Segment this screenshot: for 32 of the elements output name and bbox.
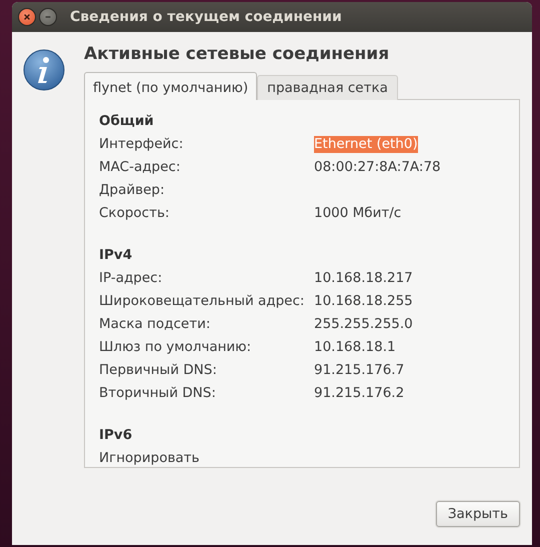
section-title: IPv6: [99, 426, 134, 445]
field-label: Маска подсети:: [99, 315, 212, 334]
field-label: Скорость:: [99, 204, 170, 223]
field-value: 91.215.176.2: [314, 384, 404, 403]
heading: Активные сетевые соединения: [84, 44, 390, 66]
field-value: 10.168.18.217: [314, 269, 413, 288]
field-label: Широковещательный адрес:: [99, 292, 306, 311]
field-value: Ethernet (eth0): [314, 136, 418, 153]
info-icon: [23, 49, 65, 91]
window-title: Сведения о текущем соединении: [70, 9, 342, 25]
field-label: Вторичный DNS:: [99, 384, 217, 403]
section-title: IPv4: [99, 246, 134, 265]
field-value: 1000 Мбит/с: [314, 204, 402, 223]
close-button[interactable]: [18, 8, 36, 26]
field-label: Интерфейс:: [99, 135, 184, 154]
field-label: Первичный DNS:: [99, 361, 218, 380]
close-button[interactable]: Закрыть: [436, 501, 520, 527]
close-icon: [23, 13, 31, 21]
field-label: Драйвер:: [99, 181, 166, 200]
field-value: 255.255.255.0: [314, 315, 413, 334]
field-label: MAC-адрес:: [99, 158, 182, 177]
section-title: Общий: [99, 112, 155, 131]
field-label: IP-адрес:: [99, 269, 164, 288]
field-value: 10.168.18.255: [314, 292, 413, 311]
field-label: Игнорировать: [99, 449, 200, 468]
tab[interactable]: flynet (по умолчанию): [84, 72, 258, 100]
field-value: 91.215.176.7: [314, 361, 404, 380]
field-value: 08:00:27:8A:7A:78: [314, 158, 441, 177]
field-label: Шлюз по умолчанию:: [99, 338, 252, 357]
tab[interactable]: правадная сетка: [257, 75, 398, 100]
minimize-button[interactable]: [39, 8, 57, 26]
field-value: 10.168.18.1: [314, 338, 396, 357]
